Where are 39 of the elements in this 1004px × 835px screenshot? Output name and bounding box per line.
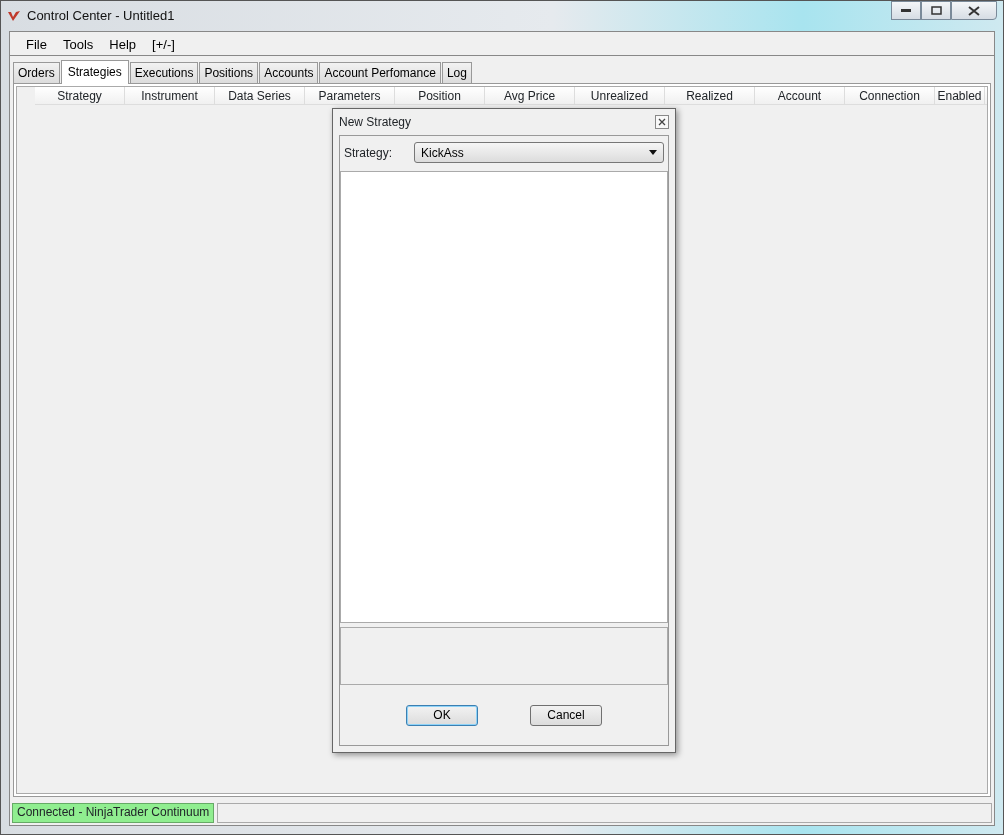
- tab[interactable]: Executions: [129, 62, 199, 83]
- close-icon: [658, 118, 666, 126]
- tab[interactable]: Positions: [199, 62, 259, 83]
- maximize-button[interactable]: [921, 1, 951, 20]
- column-header[interactable]: Data Series: [215, 87, 305, 104]
- column-header[interactable]: Instrument: [125, 87, 215, 104]
- column-header[interactable]: Realized: [665, 87, 755, 104]
- ok-button[interactable]: OK: [406, 704, 478, 726]
- column-header[interactable]: Strategy: [35, 87, 125, 104]
- tab[interactable]: Log: [441, 62, 472, 83]
- close-button[interactable]: [951, 1, 997, 20]
- column-header[interactable]: Avg Price: [485, 87, 575, 104]
- caret-icon: [649, 150, 657, 155]
- column-header[interactable]: Position: [395, 87, 485, 104]
- close-icon: [968, 5, 980, 16]
- menu-item[interactable]: Help: [101, 35, 145, 52]
- column-header[interactable]: Unrealized: [575, 87, 665, 104]
- tab[interactable]: Orders: [13, 62, 60, 83]
- menu-item[interactable]: [+/-]: [144, 35, 183, 52]
- app-logo-icon: [7, 10, 21, 22]
- tab[interactable]: Accounts: [259, 62, 319, 83]
- tab[interactable]: Account Perfomance: [319, 62, 441, 83]
- close-button[interactable]: [655, 115, 669, 129]
- column-header[interactable]: Account: [755, 87, 845, 104]
- column-header[interactable]: Parameters: [305, 87, 395, 104]
- strategy-dropdown[interactable]: KickAss: [414, 142, 664, 163]
- menu-item[interactable]: File: [18, 35, 55, 52]
- cancel-button[interactable]: Cancel: [530, 704, 602, 726]
- window-title: Control Center - Untitled1: [27, 7, 175, 26]
- column-header[interactable]: Enabled: [935, 87, 985, 104]
- menu-item[interactable]: Tools: [54, 35, 102, 52]
- maximize-icon: [930, 6, 942, 15]
- tab[interactable]: Strategies: [60, 60, 129, 84]
- minimize-button[interactable]: [891, 1, 921, 20]
- connection-status: Connected - NinjaTrader Continuum: [12, 803, 215, 823]
- dialog-title: New Strategy: [339, 114, 412, 131]
- column-header[interactable]: Connection: [845, 87, 935, 104]
- field-label: Strategy:: [344, 144, 394, 162]
- minimize-icon: [900, 8, 912, 13]
